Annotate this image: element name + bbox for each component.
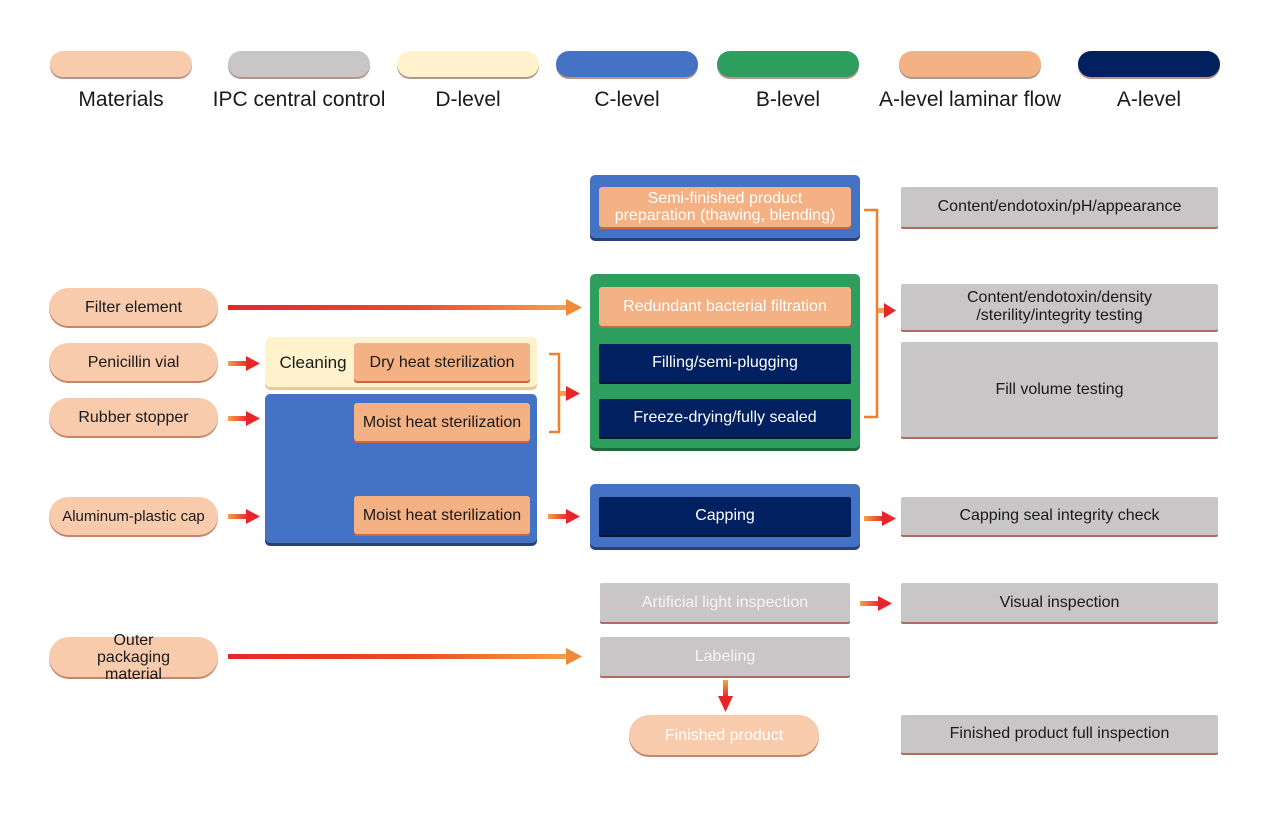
moist-heat-sterilization-stopper: Moist heat sterilization: [354, 403, 530, 441]
finished-product: Finished product: [629, 715, 819, 755]
filling-semi-plugging: Filling/semi-plugging: [599, 344, 851, 382]
freeze-drying-fully-sealed: Freeze-drying/fully sealed: [599, 399, 851, 437]
material-rubber-stopper: Rubber stopper: [49, 398, 218, 436]
material-aluminum-cap: Aluminum-plastic cap: [49, 497, 218, 535]
capping: Capping: [599, 497, 851, 535]
cleaning-label: Cleaning: [279, 353, 347, 372]
ipc-content-ph-appearance: Content/endotoxin/pH/appearance: [901, 187, 1218, 227]
arrow-sterilization-to-capping: [548, 509, 580, 524]
arrow-capping-to-check: [864, 511, 896, 526]
arrow-cap-to-sterilization: [228, 509, 260, 524]
arrow-vial-to-cleaning: [228, 356, 260, 371]
arrow-labeling-to-finished: [718, 680, 733, 712]
arrow-stopper-to-sterilization: [228, 411, 260, 426]
material-filter-element: Filter element: [49, 288, 218, 326]
ipc-finished-full-inspection: Finished product full inspection: [901, 715, 1218, 753]
ipc-capping-seal-check: Capping seal integrity check: [901, 497, 1218, 535]
ipc-visual-inspection: Visual inspection: [901, 583, 1218, 622]
artificial-light-inspection: Artificial light inspection: [600, 583, 850, 622]
semi-finished-preparation: Semi-finished product preparation (thawi…: [599, 187, 851, 227]
redundant-bacterial-filtration: Redundant bacterial filtration: [599, 287, 851, 326]
arrow-filter-to-filtration: [228, 299, 582, 316]
material-penicillin-vial: Penicillin vial: [49, 343, 218, 381]
arrow-light-to-visual: [860, 596, 892, 611]
arrow-packaging-to-labeling: [228, 648, 582, 665]
moist-heat-sterilization-cap: Moist heat sterilization: [354, 496, 530, 534]
labeling: Labeling: [600, 637, 850, 676]
ipc-content-density-sterility: Content/endotoxin/density /sterility/int…: [901, 284, 1218, 330]
bracket-sterilized-to-b-level: [549, 352, 580, 434]
material-outer-packaging: Outer packaging material: [49, 632, 218, 683]
dry-heat-sterilization: Dry heat sterilization: [354, 343, 530, 381]
ipc-fill-volume-testing: Fill volume testing: [901, 342, 1218, 437]
bracket-process-to-ipc: [864, 208, 896, 419]
